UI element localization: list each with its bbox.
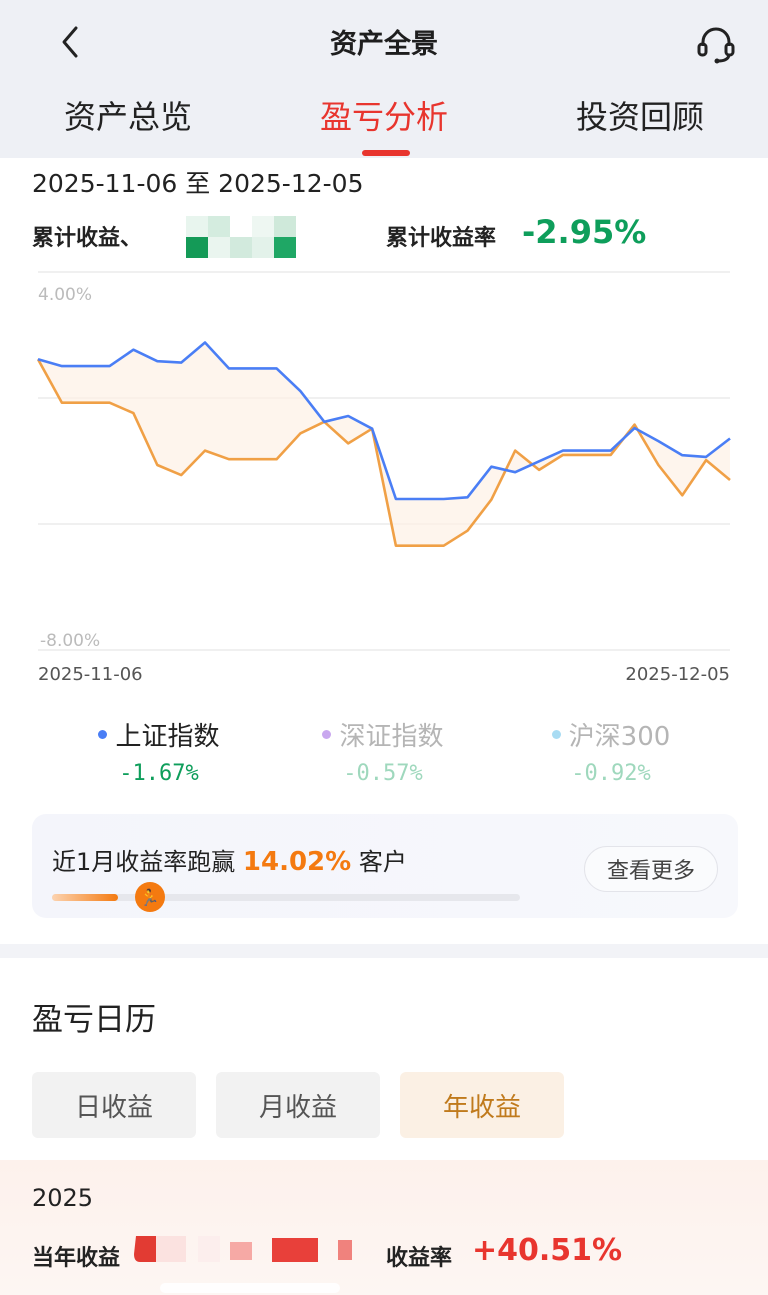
- year-rate-value: +40.51%: [472, 1233, 623, 1268]
- home-indicator: [160, 1283, 340, 1293]
- legend-value: -1.67%: [119, 761, 199, 786]
- cumulative-income-label: 累计收益、: [32, 226, 143, 251]
- beat-text: 近1月收益率跑赢 14.02% 客户: [52, 847, 407, 877]
- tab-profit-analysis[interactable]: 盈亏分析: [320, 92, 448, 138]
- legend-item-szse[interactable]: 深证指数 -0.57%: [268, 716, 498, 786]
- view-more-button[interactable]: 查看更多: [584, 846, 718, 892]
- legend-value: -0.57%: [343, 761, 423, 786]
- legend-dot: [551, 730, 561, 739]
- tab-bar: 资产总览 盈亏分析 投资回顾: [0, 92, 768, 152]
- running-person-icon: 🏃: [134, 882, 165, 912]
- x-tick-end: 2025-12-05: [625, 664, 730, 685]
- y-tick-top: 4.00%: [38, 285, 92, 305]
- beat-progress-bar: 🏃: [52, 882, 520, 912]
- legend-item-csi300[interactable]: 沪深300 -0.92%: [496, 716, 726, 786]
- legend-item-sse[interactable]: 上证指数 -1.67%: [44, 716, 274, 786]
- masked-income-value: [186, 216, 296, 258]
- year-income-label: 当年收益: [32, 1246, 121, 1271]
- masked-year-income: [134, 1236, 352, 1262]
- beat-customers-panel: 近1月收益率跑赢 14.02% 客户 🏃 查看更多: [32, 814, 738, 918]
- page-title: 资产全景: [330, 29, 438, 60]
- performance-line-chart: 4.00% -8.00% 2025-11-06 2025-12-05: [36, 271, 731, 685]
- cumulative-rate-label: 累计收益率: [386, 226, 497, 251]
- x-tick-start: 2025-11-06: [38, 664, 143, 685]
- year-rate-label: 收益率: [386, 1246, 453, 1271]
- progress-fill: [52, 894, 118, 901]
- legend-name: 上证指数: [115, 722, 220, 752]
- tab-asset-overview[interactable]: 资产总览: [64, 92, 192, 138]
- y-tick-bottom: -8.00%: [40, 631, 100, 651]
- beat-percent: 14.02%: [242, 847, 352, 877]
- year-label: 2025: [32, 1184, 94, 1212]
- legend-name: 沪深300: [568, 722, 671, 752]
- legend-dot: [98, 730, 108, 739]
- calendar-title: 盈亏日历: [32, 1002, 156, 1038]
- headset-icon[interactable]: [694, 22, 738, 66]
- segment-monthly[interactable]: 月收益: [216, 1072, 380, 1138]
- tab-investment-review[interactable]: 投资回顾: [576, 92, 704, 138]
- active-tab-indicator: [362, 150, 410, 156]
- cumulative-rate-value: -2.95%: [522, 213, 647, 251]
- legend-dot: [322, 730, 332, 739]
- segment-daily[interactable]: 日收益: [32, 1072, 196, 1138]
- segment-yearly[interactable]: 年收益: [400, 1072, 564, 1138]
- series-gap-area: [38, 342, 730, 546]
- legend-value: -0.92%: [571, 761, 651, 786]
- date-range: 2025-11-06 至 2025-12-05: [32, 169, 364, 198]
- legend-name: 深证指数: [339, 722, 444, 752]
- year-summary-panel: [0, 1160, 768, 1295]
